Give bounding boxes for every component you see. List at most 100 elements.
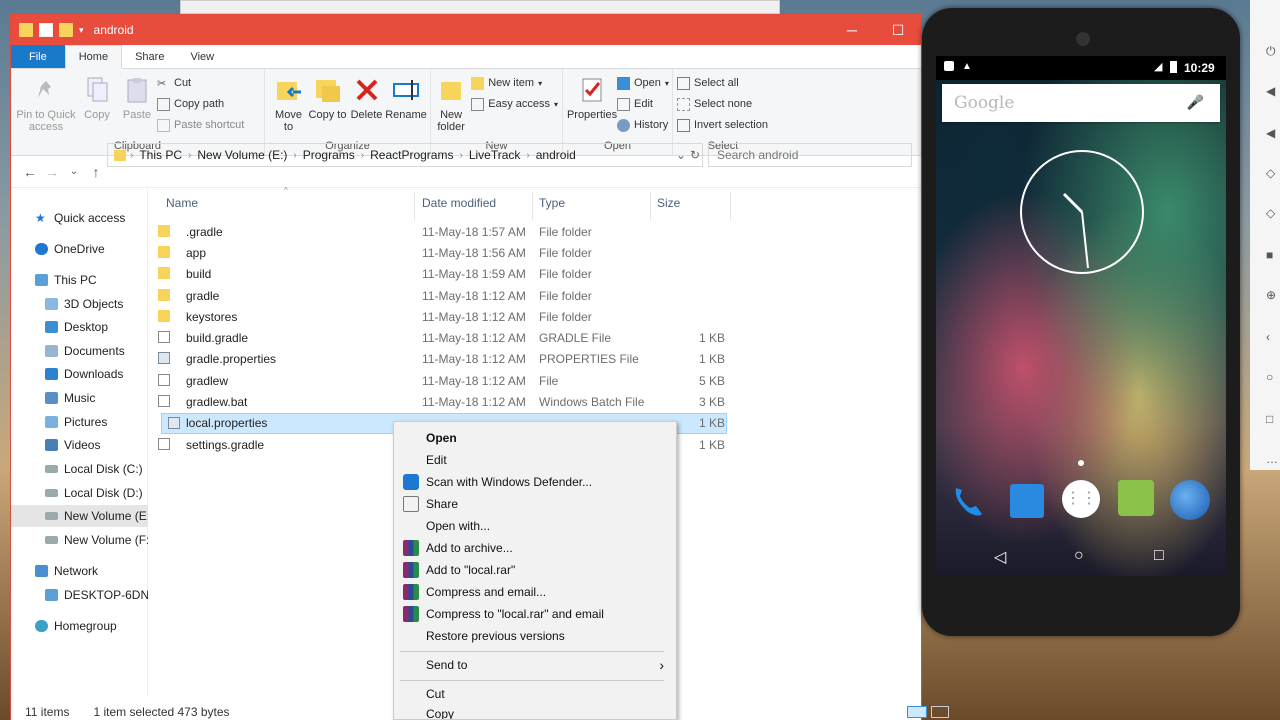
tab-view[interactable]: View bbox=[177, 45, 227, 68]
chevron-down-icon[interactable]: ⌄ bbox=[676, 148, 686, 162]
nav-desktop-pc[interactable]: DESKTOP-6DNN bbox=[11, 584, 148, 606]
menu-edit[interactable]: Edit bbox=[394, 449, 676, 471]
select-all-button[interactable]: Select all bbox=[677, 75, 768, 91]
volume-up-icon[interactable]: ◀ bbox=[1266, 84, 1280, 98]
open-button[interactable]: Open ▾ bbox=[617, 75, 669, 91]
table-row[interactable]: gradle 11-May-18 1:12 AM File folder bbox=[150, 286, 718, 307]
power-icon[interactable]: ⏻ bbox=[1266, 44, 1280, 58]
nav-3d-objects[interactable]: 3D Objects bbox=[11, 293, 148, 315]
cut-button[interactable]: ✂ Cut bbox=[157, 75, 244, 91]
paste-shortcut-button[interactable]: Paste shortcut bbox=[157, 117, 244, 133]
column-divider[interactable] bbox=[650, 192, 651, 220]
nav-network[interactable]: Network bbox=[11, 560, 148, 582]
easy-access-button[interactable]: Easy access ▾ bbox=[471, 96, 558, 112]
rotate-right-icon[interactable]: ◇ bbox=[1266, 206, 1280, 220]
menu-compress-rar-email[interactable]: Compress to "local.rar" and email bbox=[394, 603, 676, 625]
up-arrow-icon[interactable]: ↑ bbox=[85, 164, 107, 180]
more-icon[interactable]: … bbox=[1266, 452, 1280, 466]
maximize-icon[interactable]: ☐ bbox=[875, 15, 921, 45]
menu-copy[interactable]: Copy bbox=[394, 705, 676, 719]
tab-share[interactable]: Share bbox=[122, 45, 177, 68]
menu-restore-versions[interactable]: Restore previous versions bbox=[394, 625, 676, 647]
breadcrumb-programs[interactable]: Programs bbox=[297, 148, 361, 162]
menu-open[interactable]: Open bbox=[394, 427, 676, 449]
refresh-icon[interactable]: ↻ bbox=[690, 148, 700, 162]
nav-pictures[interactable]: Pictures bbox=[11, 411, 148, 433]
tab-home[interactable]: Home bbox=[64, 45, 123, 69]
column-type[interactable]: Type bbox=[539, 196, 565, 210]
table-row[interactable]: gradlew 11-May-18 1:12 AM File 5 KB bbox=[150, 371, 725, 392]
nav-this-pc[interactable]: This PC bbox=[11, 269, 148, 291]
menu-scan-defender[interactable]: Scan with Windows Defender... bbox=[394, 471, 676, 493]
volume-down-icon[interactable]: ◀ bbox=[1266, 126, 1280, 140]
app-drawer-icon[interactable]: ⋮⋮ bbox=[1062, 480, 1100, 518]
nav-local-disk-d[interactable]: Local Disk (D:) bbox=[11, 482, 148, 504]
breadcrumb-new-volume[interactable]: New Volume (E:) bbox=[191, 148, 293, 162]
browser-app-icon[interactable] bbox=[1170, 480, 1210, 520]
new-folder-icon[interactable] bbox=[59, 23, 73, 37]
new-item-button[interactable]: New item ▾ bbox=[471, 75, 558, 91]
table-row[interactable]: app 11-May-18 1:56 AM File folder bbox=[150, 243, 718, 264]
large-icons-view-icon[interactable] bbox=[931, 706, 949, 718]
nav-documents[interactable]: Documents bbox=[11, 340, 148, 362]
menu-open-with[interactable]: Open with... bbox=[394, 515, 676, 537]
nav-downloads[interactable]: Downloads bbox=[11, 363, 148, 385]
back-triangle-icon[interactable]: ◁ bbox=[994, 547, 1006, 567]
breadcrumb-this-pc[interactable]: This PC bbox=[133, 148, 188, 162]
nav-new-volume-f[interactable]: New Volume (F: bbox=[11, 529, 148, 551]
recents-square-icon[interactable]: □ bbox=[1154, 547, 1164, 565]
column-name[interactable]: Name bbox=[166, 196, 198, 210]
zoom-icon[interactable]: ⊕ bbox=[1266, 288, 1280, 302]
nav-onedrive[interactable]: OneDrive bbox=[11, 238, 148, 260]
breadcrumb-android[interactable]: android bbox=[530, 148, 582, 162]
menu-compress-email[interactable]: Compress and email... bbox=[394, 581, 676, 603]
column-divider[interactable] bbox=[414, 192, 415, 220]
nav-desktop[interactable]: Desktop bbox=[11, 316, 148, 338]
breadcrumb-reactprograms[interactable]: ReactPrograms bbox=[364, 148, 459, 162]
recent-dropdown-icon[interactable]: ⌄ bbox=[63, 166, 85, 177]
invert-selection-button[interactable]: Invert selection bbox=[677, 117, 768, 133]
contacts-app-icon[interactable] bbox=[1010, 484, 1044, 518]
google-search-bar[interactable]: Google 🎤 bbox=[942, 84, 1220, 122]
menu-send-to[interactable]: Send to › bbox=[394, 654, 676, 676]
microphone-icon[interactable]: 🎤 bbox=[1187, 94, 1204, 111]
rotate-left-icon[interactable]: ◇ bbox=[1266, 166, 1280, 180]
nav-new-volume-e[interactable]: New Volume (E: bbox=[11, 505, 148, 527]
select-none-button[interactable]: Select none bbox=[677, 96, 768, 112]
edit-button[interactable]: Edit bbox=[617, 96, 669, 112]
column-date-modified[interactable]: Date modified bbox=[422, 196, 496, 210]
tab-file[interactable]: File bbox=[11, 45, 65, 68]
nav-quick-access[interactable]: ★ Quick access bbox=[11, 207, 148, 229]
analog-clock[interactable] bbox=[1020, 150, 1144, 274]
column-divider[interactable] bbox=[532, 192, 533, 220]
address-bar[interactable]: › This PC › New Volume (E:) › Programs ›… bbox=[107, 143, 703, 167]
history-button[interactable]: History bbox=[617, 117, 669, 133]
phone-app-icon[interactable] bbox=[948, 480, 988, 520]
table-row[interactable]: .gradle 11-May-18 1:57 AM File folder bbox=[150, 222, 718, 243]
nav-music[interactable]: Music bbox=[11, 387, 148, 409]
qat-dropdown-icon[interactable]: ▾ bbox=[79, 25, 84, 36]
menu-add-archive[interactable]: Add to archive... bbox=[394, 537, 676, 559]
overview-icon[interactable]: □ bbox=[1266, 412, 1280, 426]
table-row[interactable]: gradlew.bat 11-May-18 1:12 AM Windows Ba… bbox=[150, 392, 725, 413]
breadcrumb-livetrack[interactable]: LiveTrack bbox=[463, 148, 527, 162]
column-divider[interactable] bbox=[730, 192, 731, 220]
home-icon[interactable]: ○ bbox=[1266, 370, 1280, 384]
phone-screen[interactable]: ▲ ◢ 10:29 Google 🎤 ⋮⋮ ◁ ○ □ bbox=[936, 56, 1226, 576]
nav-local-disk-c[interactable]: Local Disk (C:) bbox=[11, 458, 148, 480]
home-circle-icon[interactable]: ○ bbox=[1074, 547, 1084, 565]
back-icon[interactable]: ‹ bbox=[1266, 330, 1280, 344]
messaging-app-icon[interactable] bbox=[1118, 480, 1154, 516]
forward-arrow-icon[interactable]: → bbox=[41, 164, 63, 180]
nav-videos[interactable]: Videos bbox=[11, 434, 148, 456]
table-row[interactable]: build 11-May-18 1:59 AM File folder bbox=[150, 264, 718, 285]
menu-share[interactable]: Share bbox=[394, 493, 676, 515]
nav-homegroup[interactable]: Homegroup bbox=[11, 615, 148, 637]
camera-icon[interactable]: ■ bbox=[1266, 248, 1280, 262]
table-row[interactable]: gradle.properties 11-May-18 1:12 AM PROP… bbox=[150, 349, 725, 370]
back-arrow-icon[interactable]: ← bbox=[19, 164, 41, 180]
table-row[interactable]: keystores 11-May-18 1:12 AM File folder bbox=[150, 307, 718, 328]
copy-path-button[interactable]: Copy path bbox=[157, 96, 244, 112]
properties-check-icon[interactable] bbox=[39, 23, 53, 37]
table-row[interactable]: build.gradle 11-May-18 1:12 AM GRADLE Fi… bbox=[150, 328, 725, 349]
